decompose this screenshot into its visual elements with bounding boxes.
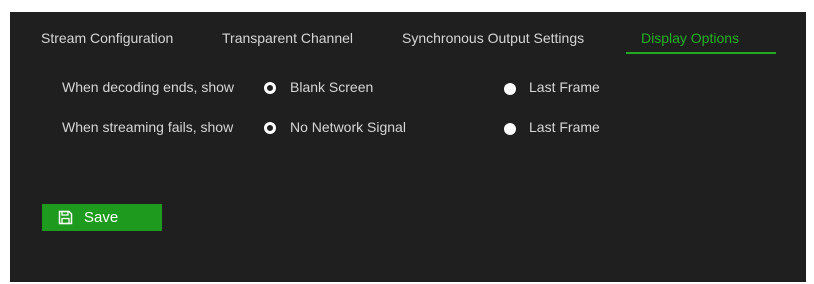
tab-stream-configuration[interactable]: Stream Configuration — [41, 30, 173, 46]
save-button-label: Save — [84, 209, 119, 226]
blank-screen-label[interactable]: Blank Screen — [290, 79, 373, 95]
no-network-signal-radio[interactable] — [264, 122, 276, 134]
tab-transparent-channel[interactable]: Transparent Channel — [222, 30, 353, 46]
decoding-last-frame-label[interactable]: Last Frame — [529, 79, 600, 95]
decoding-last-frame-radio[interactable] — [504, 83, 516, 95]
display-options-panel: Stream Configuration Transparent Channel… — [10, 12, 806, 282]
blank-screen-radio[interactable] — [264, 82, 276, 94]
streaming-last-frame-radio[interactable] — [504, 123, 516, 135]
floppy-disk-icon — [58, 210, 73, 225]
decoding-ends-label: When decoding ends, show — [62, 79, 234, 95]
tab-bar: Stream Configuration Transparent Channel… — [10, 12, 806, 56]
streaming-fails-label: When streaming fails, show — [62, 119, 234, 135]
active-tab-indicator — [626, 52, 776, 54]
save-button[interactable]: Save — [42, 204, 162, 231]
no-network-signal-label[interactable]: No Network Signal — [290, 119, 406, 135]
streaming-last-frame-label[interactable]: Last Frame — [529, 119, 600, 135]
tab-synchronous-output-settings[interactable]: Synchronous Output Settings — [402, 30, 584, 46]
tab-display-options[interactable]: Display Options — [641, 30, 739, 46]
